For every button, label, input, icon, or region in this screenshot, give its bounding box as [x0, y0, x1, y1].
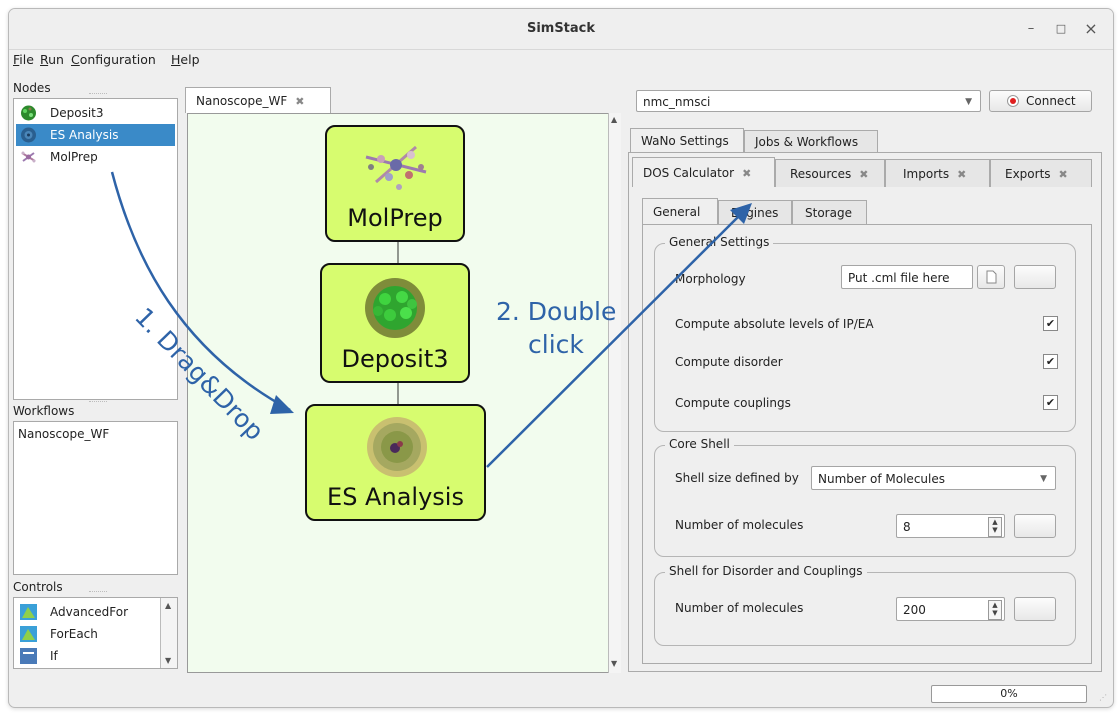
drag-arrowhead-icon — [270, 395, 294, 414]
double-click-annotation-line2: click — [528, 330, 584, 359]
double-click-annotation-line1: 2. Double — [496, 297, 617, 326]
